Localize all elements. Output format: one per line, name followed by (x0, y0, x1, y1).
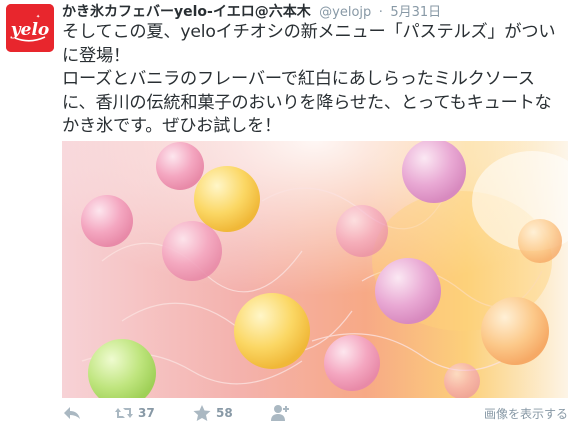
reply-icon (64, 407, 80, 419)
favorite-count: 58 (216, 406, 233, 420)
tweet-text: そしてこの夏、yeloイチオシの新メニュー「パステルズ」がついに登場！ ローズと… (62, 21, 568, 139)
retweet-button[interactable]: 37 (114, 404, 155, 422)
tweet-photo[interactable] (62, 141, 568, 398)
tweet-actions: 37 58 画像を表示する (62, 402, 568, 426)
avatar[interactable]: yelo ✦ (6, 4, 54, 52)
tweet-text-line: ローズとバニラのフレーバーで紅白にあしらったミルクソースに、香川の伝統和菓子のお… (62, 69, 552, 136)
display-name[interactable]: かき氷カフェバーyelo-イエロ@六本木 (62, 4, 311, 20)
view-media-link[interactable]: 画像を表示する (484, 405, 568, 422)
shaved-ice-photo (62, 141, 568, 398)
retweet-count: 37 (138, 406, 155, 420)
separator: · (378, 5, 383, 20)
favorite-button[interactable]: 58 (192, 404, 233, 422)
follow-button[interactable] (270, 404, 290, 422)
tweet-header: かき氷カフェバーyelo-イエロ@六本木 @yelojp · 5月31日 (62, 3, 568, 22)
screen-name[interactable]: @yelojp (319, 5, 371, 20)
svg-text:✦: ✦ (36, 14, 40, 20)
reply-button[interactable] (62, 404, 82, 422)
yelo-logo: yelo ✦ (6, 4, 54, 52)
star-icon (193, 405, 211, 421)
tweet-text-line: そしてこの夏、yeloイチオシの新メニュー「パステルズ」がついに登場！ (62, 22, 556, 66)
timestamp[interactable]: 5月31日 (390, 5, 441, 20)
retweet-icon (115, 408, 133, 418)
add-user-icon (271, 405, 289, 421)
